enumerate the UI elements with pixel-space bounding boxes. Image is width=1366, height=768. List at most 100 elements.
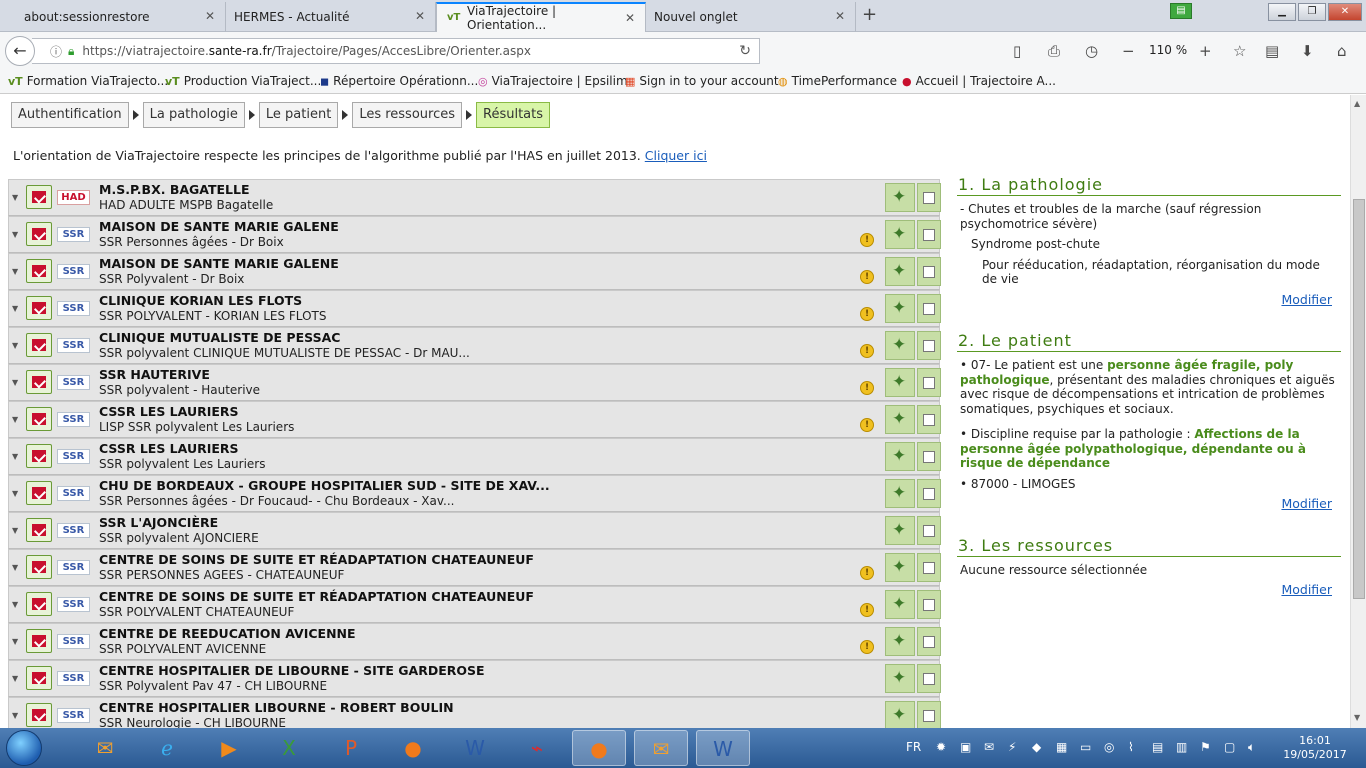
select-checkbox[interactable] — [923, 488, 935, 500]
info-warning-icon[interactable]: ! — [860, 640, 874, 654]
result-row[interactable]: ▼ SSR CLINIQUE MUTUALISTE DE PESSAC SSR pol… — [8, 327, 941, 364]
tray-mail-icon[interactable]: ✉ — [984, 740, 994, 754]
result-row[interactable]: ▼ SSR CLINIQUE KORIAN LES FLOTS SSR POLYVAL… — [8, 290, 941, 327]
select-checkbox[interactable] — [923, 451, 935, 463]
scroll-up-icon[interactable]: ▲ — [1354, 99, 1360, 108]
tray-icon-10[interactable]: ▢ — [1224, 740, 1235, 754]
info-warning-icon[interactable]: ! — [860, 233, 874, 247]
close-tab-icon[interactable]: ✕ — [415, 9, 425, 23]
select-checkbox[interactable] — [923, 229, 935, 241]
select-action-button[interactable]: ✦ — [885, 331, 915, 360]
step-authentification[interactable]: Authentification — [11, 102, 129, 128]
result-row[interactable]: ▼ SSR MAISON DE SANTE MARIE GALENE SSR Pers… — [8, 216, 941, 253]
facility-name[interactable]: CENTRE DE REEDUCATION AVICENNE — [99, 626, 356, 641]
print-icon[interactable]: ⎙ — [1048, 42, 1060, 60]
expand-caret-icon[interactable]: ▼ — [12, 563, 18, 572]
reload-icon[interactable]: ↻ — [739, 43, 751, 59]
select-checkbox[interactable] — [923, 525, 935, 537]
modifier-pathologie-link[interactable]: Modifier — [1281, 292, 1332, 307]
expand-caret-icon[interactable]: ▼ — [12, 341, 18, 350]
zoom-level[interactable]: 110 % — [1149, 43, 1187, 57]
excel-icon[interactable]: X — [262, 730, 316, 766]
result-row[interactable]: ▼ SSR CENTRE DE SOINS DE SUITE ET RÉADAPTA… — [8, 549, 941, 586]
minimize-button[interactable]: ▁ — [1268, 3, 1296, 21]
tray-icon-1[interactable]: ✹ — [936, 740, 946, 754]
bookmark-star-icon[interactable]: ☆ — [1233, 42, 1246, 60]
restore-button[interactable]: ❐ — [1298, 3, 1326, 21]
tray-icon-8[interactable]: ▤ — [1152, 740, 1163, 754]
result-row[interactable]: ▼ SSR SSR L'AJONCIÈRE SSR polyvalent AJONCI… — [8, 512, 941, 549]
tab-viatrajectoire[interactable]: vT ViaTrajectoire | Orientation... ✕ — [436, 2, 646, 32]
select-action-button[interactable]: ✦ — [885, 220, 915, 249]
step-pathologie[interactable]: La pathologie — [142, 102, 245, 128]
page-scrollbar[interactable]: ▲ ▼ — [1350, 95, 1366, 728]
facility-name[interactable]: CENTRE HOSPITALIER LIBOURNE - ROBERT BOU… — [99, 700, 454, 715]
result-row[interactable]: ▼ SSR CENTRE HOSPITALIER LIBOURNE - ROBERT… — [8, 697, 941, 728]
downloads-icon[interactable]: ⬇ — [1301, 42, 1314, 60]
tray-icon-6[interactable]: ▭ — [1080, 740, 1091, 754]
select-action-button[interactable]: ✦ — [885, 516, 915, 545]
facility-name[interactable]: M.S.P.BX. BAGATELLE — [99, 182, 250, 197]
taskbar-clock[interactable]: 16:01 19/05/2017 — [1280, 734, 1350, 762]
expand-caret-icon[interactable]: ▼ — [12, 600, 18, 609]
expand-caret-icon[interactable]: ▼ — [12, 452, 18, 461]
select-action-button[interactable]: ✦ — [885, 590, 915, 619]
select-checkbox[interactable] — [923, 414, 935, 426]
expand-caret-icon[interactable]: ▼ — [12, 711, 18, 720]
select-action-button[interactable]: ✦ — [885, 257, 915, 286]
tab-hermes[interactable]: HERMES - Actualité ✕ — [226, 2, 436, 32]
bookmark-production[interactable]: vT Production ViaTraject... — [165, 74, 321, 88]
tray-icon-7[interactable]: ◎ — [1104, 740, 1114, 754]
expand-caret-icon[interactable]: ▼ — [12, 674, 18, 683]
result-row[interactable]: ▼ SSR SSR HAUTERIVE SSR polyvalent - Hauter… — [8, 364, 941, 401]
expand-caret-icon[interactable]: ▼ — [12, 193, 18, 202]
history-icon[interactable]: ◷ — [1085, 42, 1098, 60]
scroll-down-icon[interactable]: ▼ — [1354, 713, 1360, 722]
bookmark-accueil-trajectoire[interactable]: ● Accueil | Trajectoire A... — [902, 74, 1056, 88]
bookmark-sign-in[interactable]: ▦ Sign in to your account — [625, 74, 779, 88]
result-row[interactable]: ▼ SSR CENTRE HOSPITALIER DE LIBOURNE - SIT… — [8, 660, 941, 697]
select-checkbox[interactable] — [923, 710, 935, 722]
zoom-out-icon[interactable]: − — [1122, 42, 1135, 60]
select-checkbox[interactable] — [923, 599, 935, 611]
volume-icon[interactable]: 🔈︎ — [1248, 740, 1255, 755]
download-indicator-icon[interactable]: ▤ — [1170, 3, 1192, 19]
select-action-button[interactable]: ✦ — [885, 405, 915, 434]
facility-name[interactable]: SSR L'AJONCIÈRE — [99, 515, 218, 530]
facility-name[interactable]: CHU DE BORDEAUX - GROUPE HOSPITALIER SUD… — [99, 478, 550, 493]
select-checkbox[interactable] — [923, 266, 935, 278]
action-center-icon[interactable]: ⚑ — [1200, 740, 1211, 754]
tab-sessionrestore[interactable]: about:sessionrestore ✕ — [0, 2, 226, 32]
result-row[interactable]: ▼ HAD M.S.P.BX. BAGATELLE HAD ADULTE MSPB B… — [8, 179, 941, 216]
facility-name[interactable]: CLINIQUE KORIAN LES FLOTS — [99, 293, 302, 308]
info-warning-icon[interactable]: ! — [860, 566, 874, 580]
reader-view-icon[interactable]: ▯ — [1013, 42, 1021, 60]
tray-icon-5[interactable]: ▦ — [1056, 740, 1067, 754]
select-action-button[interactable]: ✦ — [885, 701, 915, 728]
start-button[interactable] — [6, 730, 42, 766]
home-icon[interactable]: ⌂ — [1337, 42, 1347, 60]
word-active-icon[interactable]: W — [696, 730, 750, 766]
select-checkbox[interactable] — [923, 636, 935, 648]
modifier-patient-link[interactable]: Modifier — [1281, 496, 1332, 511]
select-action-button[interactable]: ✦ — [885, 627, 915, 656]
select-action-button[interactable]: ✦ — [885, 294, 915, 323]
facility-name[interactable]: CENTRE HOSPITALIER DE LIBOURNE - SITE GA… — [99, 663, 485, 678]
select-action-button[interactable]: ✦ — [885, 442, 915, 471]
step-patient[interactable]: Le patient — [258, 102, 339, 128]
network-icon[interactable]: ⌇ — [1128, 740, 1134, 754]
result-row[interactable]: ▼ SSR CSSR LES LAURIERS LISP SSR polyvalent… — [8, 401, 941, 438]
new-tab-plus-icon[interactable]: + — [862, 4, 877, 25]
select-checkbox[interactable] — [923, 340, 935, 352]
info-warning-icon[interactable]: ! — [860, 344, 874, 358]
facility-name[interactable]: CLINIQUE MUTUALISTE DE PESSAC — [99, 330, 340, 345]
word-icon[interactable]: W — [448, 730, 502, 766]
select-checkbox[interactable] — [923, 377, 935, 389]
intro-link[interactable]: Cliquer ici — [645, 148, 707, 163]
tray-icon-2[interactable]: ▣ — [960, 740, 971, 754]
select-action-button[interactable]: ✦ — [885, 368, 915, 397]
expand-caret-icon[interactable]: ▼ — [12, 267, 18, 276]
expand-caret-icon[interactable]: ▼ — [12, 637, 18, 646]
url-bar[interactable]: ⓘ 🔒︎ https://viatrajectoire. sante-ra.fr /… — [32, 38, 760, 64]
step-resultats[interactable]: Résultats — [476, 102, 551, 128]
